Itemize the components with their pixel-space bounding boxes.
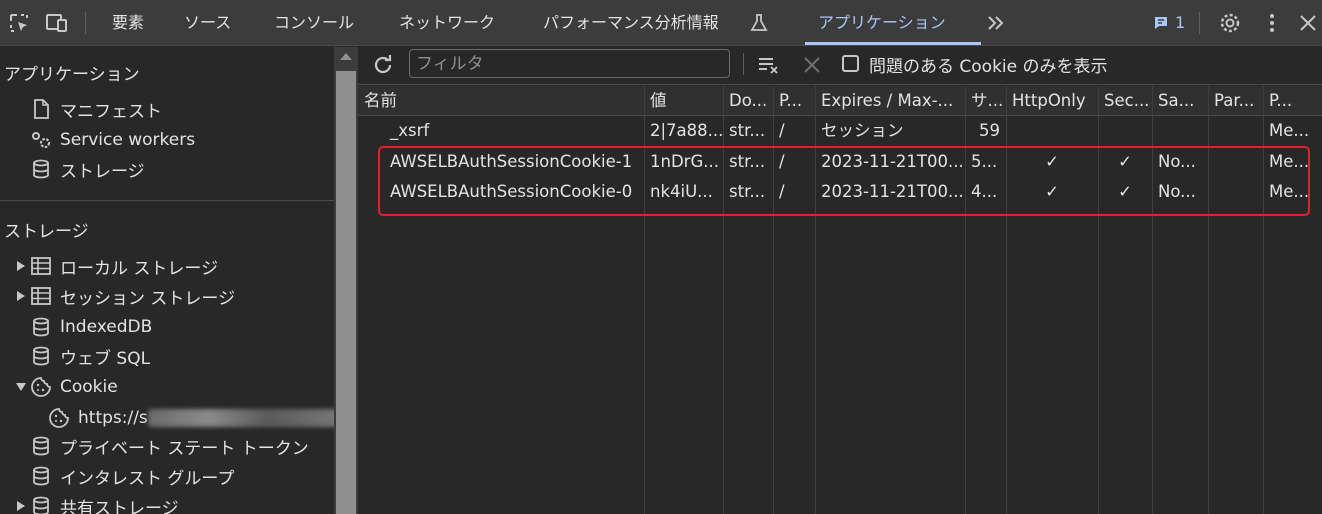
column-header-value[interactable]: 値 <box>644 86 723 116</box>
sidebar-item-session-storage[interactable]: セッション ストレージ <box>14 282 235 310</box>
cell-domain[interactable]: str... <box>723 116 773 146</box>
issues-counter[interactable]: 1 <box>1153 13 1185 32</box>
sidebar-divider <box>0 200 334 201</box>
scrollbar-thumb[interactable] <box>336 71 356 514</box>
sidebar-item-label: マニフェスト <box>60 101 162 122</box>
sidebar-item-label: インタレスト グループ <box>60 468 235 489</box>
expand-arrow-icon[interactable] <box>14 291 28 301</box>
sidebar-item-label: https://s <box>78 408 148 428</box>
filter-input[interactable] <box>409 49 730 78</box>
sidebar-item-label: ウェブ SQL <box>60 348 151 369</box>
toolbar-separator <box>743 53 744 75</box>
cookie-toolbar: 問題のある Cookie のみを表示 <box>358 47 1322 85</box>
sidebar-item-label: ストレージ <box>60 161 145 182</box>
tab-network[interactable]: ネットワーク <box>399 12 495 34</box>
issues-count: 1 <box>1175 13 1186 32</box>
issues-message-icon <box>1155 16 1167 29</box>
column-header-name[interactable]: 名前 <box>358 86 644 116</box>
table-grid-icon <box>30 255 52 277</box>
tab-performance-insights[interactable]: パフォーマンス分析情報 <box>543 12 719 34</box>
active-tab-indicator <box>805 42 981 45</box>
more-options-icon[interactable] <box>1259 10 1285 36</box>
cell-priority[interactable]: Me... <box>1263 116 1322 146</box>
sidebar-heading-application: アプリケーション <box>4 65 140 85</box>
sidebar-item-local-storage[interactable]: ローカル ストレージ <box>14 252 218 280</box>
scroll-up-arrow-icon[interactable] <box>340 53 352 60</box>
sidebar-item-private-state-tokens[interactable]: プライベート ステート トークン <box>30 432 309 460</box>
application-sidebar: アプリケーション マニフェスト Service workers ストレージ スト… <box>0 47 334 514</box>
sidebar-heading-storage: ストレージ <box>4 222 89 242</box>
devtools-tab-bar: 要素 ソース コンソール ネットワーク パフォーマンス分析情報 アプリケーション… <box>0 0 1322 46</box>
column-header-expires[interactable]: Expires / Max-... <box>815 86 965 116</box>
cookie-icon <box>30 376 52 398</box>
cell-size[interactable]: 59 <box>965 116 1006 146</box>
only-issues-label: 問題のある Cookie のみを表示 <box>869 57 1108 77</box>
database-icon <box>30 495 52 514</box>
sidebar-item-shared-storage[interactable]: 共有ストレージ <box>14 492 179 514</box>
cell-expires[interactable]: セッション <box>815 116 965 146</box>
expand-arrow-icon[interactable] <box>14 501 28 511</box>
tab-elements[interactable]: 要素 <box>112 12 144 34</box>
database-icon <box>30 435 52 457</box>
sidebar-item-indexeddb[interactable]: IndexedDB <box>30 313 152 341</box>
highlight-annotation-box <box>378 146 1310 216</box>
cell-name[interactable]: _xsrf <box>384 116 644 146</box>
redacted-url <box>147 409 334 427</box>
tab-console[interactable]: コンソール <box>274 12 354 34</box>
database-icon <box>30 316 52 338</box>
sidebar-item-interest-groups[interactable]: インタレスト グループ <box>30 462 234 490</box>
sidebar-item-web-sql[interactable]: ウェブ SQL <box>30 342 150 370</box>
delete-selected-icon[interactable] <box>799 52 825 78</box>
column-header-partition-key[interactable]: Par... <box>1208 86 1263 116</box>
database-icon <box>30 158 52 180</box>
sidebar-item-cookie-origin[interactable]: https://s <box>48 404 334 432</box>
more-tabs-icon[interactable] <box>983 10 1009 36</box>
refresh-icon[interactable] <box>370 52 396 78</box>
sidebar-item-label: セッション ストレージ <box>60 288 236 309</box>
cell-path[interactable]: / <box>773 116 815 146</box>
close-icon[interactable] <box>1295 10 1321 36</box>
tab-application[interactable]: アプリケーション <box>818 12 946 34</box>
column-header-priority[interactable]: P... <box>1263 86 1322 116</box>
gears-icon <box>30 129 52 151</box>
clear-filtered-icon[interactable] <box>756 52 782 78</box>
sidebar-item-label: IndexedDB <box>60 317 153 337</box>
expand-arrow-icon[interactable] <box>14 261 28 271</box>
column-header-path[interactable]: P... <box>773 86 815 116</box>
column-header-httponly[interactable]: HttpOnly <box>1006 86 1098 116</box>
sidebar-item-manifest[interactable]: マニフェスト <box>30 95 162 123</box>
table-grid-icon <box>30 285 52 307</box>
inspect-element-icon[interactable] <box>6 10 32 36</box>
column-header-domain[interactable]: Do... <box>723 86 773 116</box>
sidebar-item-label: 共有ストレージ <box>60 498 179 514</box>
sidebar-item-cookie[interactable]: Cookie <box>14 373 118 401</box>
sidebar-scrollbar[interactable] <box>334 47 358 514</box>
tab-sources[interactable]: ソース <box>184 12 231 34</box>
sidebar-item-label: ローカル ストレージ <box>60 258 219 279</box>
cell-value[interactable]: 2|7a88... <box>644 116 723 146</box>
sidebar-item-label: プライベート ステート トークン <box>60 438 309 459</box>
flask-icon <box>746 10 772 36</box>
database-icon <box>30 465 52 487</box>
sidebar-item-storage[interactable]: ストレージ <box>30 155 145 183</box>
toolbar-separator <box>85 12 86 34</box>
toolbar-separator <box>1199 12 1200 34</box>
column-header-secure[interactable]: Sec... <box>1098 86 1152 116</box>
device-toolbar-icon[interactable] <box>44 10 70 36</box>
document-icon <box>30 98 52 120</box>
settings-gear-icon[interactable] <box>1217 10 1243 36</box>
sidebar-item-label: Cookie <box>60 377 118 397</box>
collapse-arrow-icon[interactable] <box>14 383 28 391</box>
cookie-icon <box>48 407 70 429</box>
column-header-size[interactable]: サ... <box>965 86 1006 116</box>
column-header-samesite[interactable]: Sa... <box>1152 86 1208 116</box>
sidebar-item-label: Service workers <box>60 130 196 150</box>
cookie-panel: 問題のある Cookie のみを表示 名前 値 Do... P... Expir… <box>358 47 1322 514</box>
database-icon <box>30 345 52 367</box>
only-issues-checkbox[interactable] <box>842 55 859 72</box>
sidebar-item-service-workers[interactable]: Service workers <box>30 126 195 154</box>
